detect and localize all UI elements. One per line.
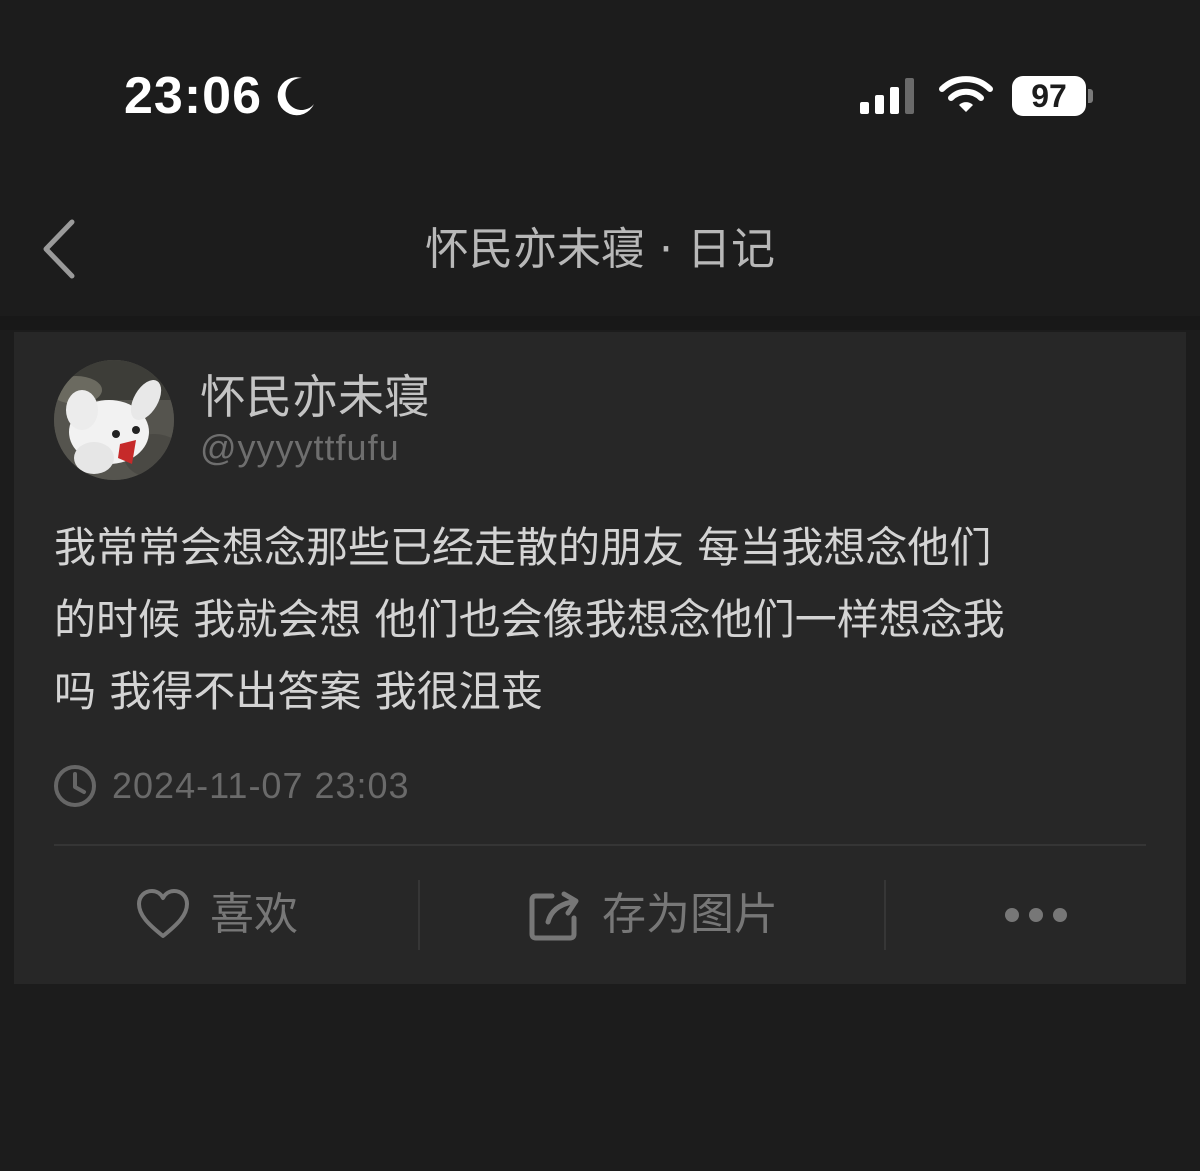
share-image-icon [529,891,579,941]
battery-icon: 97 [1012,76,1086,116]
battery-nub [1088,89,1093,103]
page-title: 怀民亦未寝 · 日记 [425,224,775,275]
battery-level: 97 [1031,78,1067,114]
signal-icon [860,78,914,114]
nav-bar: 怀民亦未寝 · 日记 [0,190,1200,316]
wifi-icon [939,76,993,112]
post-card: 怀民亦未寝 @yyyyttfufu 我常常会想念那些已经走散的朋友 每当我想念他… [14,332,1186,984]
chevron-left-icon[interactable] [38,216,82,282]
post-timestamp: 2024-11-07 23:03 [112,765,410,806]
save-as-image-button[interactable]: 存为图片 [420,846,884,984]
action-bar: 喜欢 存为图片 [14,846,1186,984]
avatar-image [54,360,174,480]
status-time: 23:06 [124,67,262,125]
avatar[interactable] [54,360,174,480]
more-icon [1005,908,1067,922]
like-button[interactable]: 喜欢 [14,846,418,984]
like-label: 喜欢 [210,889,298,940]
moon-icon [277,77,314,116]
nav-divider [0,316,1200,330]
author-handle: @yyyyttfufu [200,427,400,468]
status-bar: 23:06 97 [0,0,1200,190]
clock-icon [54,765,96,807]
more-button[interactable] [886,846,1186,984]
save-label: 存为图片 [602,889,778,940]
author-name[interactable]: 怀民亦未寝 [200,368,430,426]
heart-icon [137,889,189,938]
post-content: 我常常会想念那些已经走散的朋友 每当我想念他们 的时候 我就会想 他们也会像我想… [54,523,1005,716]
